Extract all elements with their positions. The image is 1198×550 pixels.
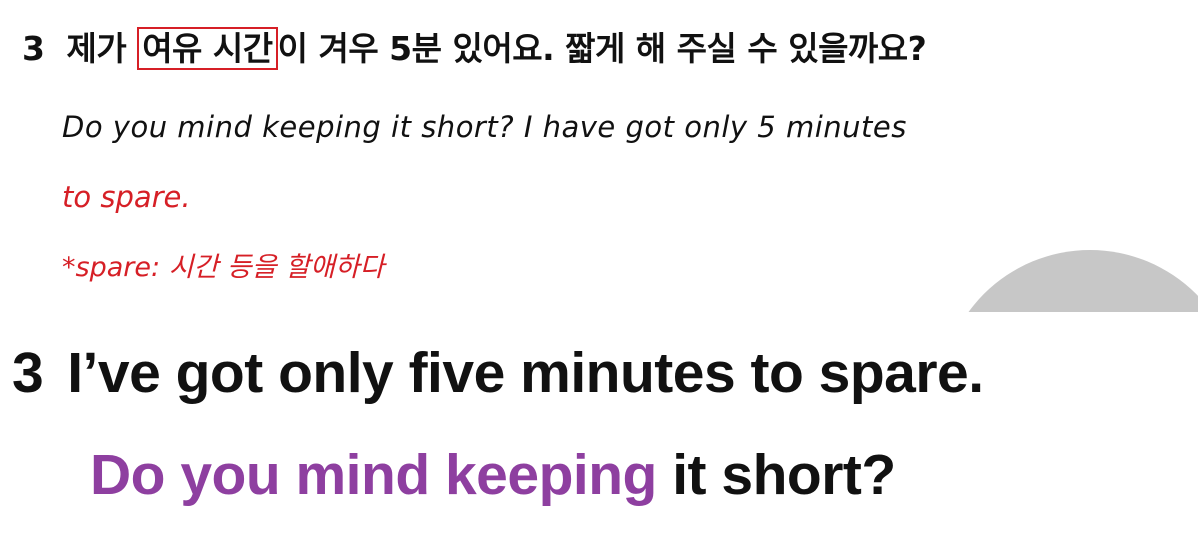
korean-sentence: 3 제가 여유 시간 이 겨우 5분 있어요. 짧게 해 주실 수 있을까요? <box>22 22 927 70</box>
question-highlight: Do you mind keeping <box>90 443 657 507</box>
top-panel: 3 제가 여유 시간 이 겨우 5분 있어요. 짧게 해 주실 수 있을까요? Do… <box>0 0 1198 312</box>
item-number: 3 <box>22 29 45 68</box>
korean-text-after: 이 겨우 5분 있어요. 짧게 해 주실 수 있을까요? <box>277 29 927 68</box>
korean-text-before: 제가 <box>66 29 138 68</box>
english-question: Do you mind keeping it short? <box>90 442 896 508</box>
english-sentence: 3 I’ve got only five minutes to spare. <box>12 340 984 406</box>
handwritten-translation-line-1: Do you mind keeping it short? I have got… <box>62 110 907 144</box>
highlight-box-spare-time: 여유 시간 <box>137 27 278 70</box>
item-number-bottom: 3 <box>12 341 44 405</box>
question-rest: it short? <box>656 443 896 507</box>
decorative-circle <box>940 250 1198 312</box>
bottom-panel: 3 I’ve got only five minutes to spare. Do… <box>0 312 1198 550</box>
handwritten-vocab-note: *spare: 시간 등을 할애하다 <box>62 252 385 283</box>
english-sentence-text: I’ve got only five minutes to spare. <box>67 341 984 405</box>
handwritten-translation-line-2: to spare. <box>62 180 191 214</box>
